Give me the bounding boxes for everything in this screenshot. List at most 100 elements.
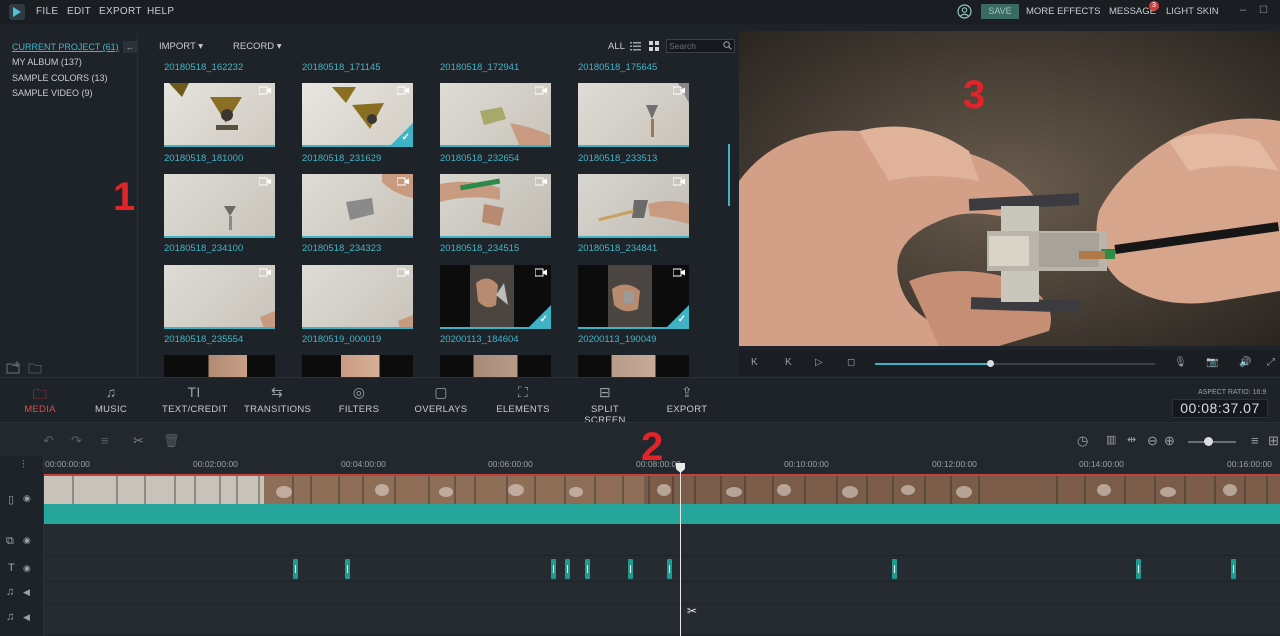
grid-view-icon[interactable] — [649, 41, 659, 51]
redo-icon[interactable]: ↷ — [71, 433, 82, 449]
video-clips-strip[interactable] — [44, 476, 1280, 504]
text-clip[interactable] — [1136, 559, 1141, 579]
media-thumb[interactable] — [578, 355, 689, 377]
snap-icon[interactable]: ⫶ — [22, 459, 25, 472]
video-clip-icon — [397, 268, 409, 277]
list-view-icon[interactable] — [630, 41, 641, 51]
search-icon[interactable] — [723, 41, 732, 50]
import-dropdown[interactable]: IMPORT ▾ — [159, 41, 203, 52]
menu-export[interactable]: EXPORT — [99, 6, 142, 17]
tab-split-screen[interactable]: ⊟ SPLIT SCREEN — [572, 384, 638, 426]
menu-edit[interactable]: EDIT — [67, 6, 91, 17]
media-thumb[interactable] — [302, 265, 413, 329]
text-clip[interactable] — [345, 559, 350, 579]
save-button[interactable]: SAVE — [981, 4, 1019, 19]
tab-overlays[interactable]: ▢ OVERLAYS — [414, 384, 468, 415]
zoom-slider-handle[interactable] — [1204, 437, 1213, 446]
sidebar-item-my-album[interactable]: MY ALBUM (137) — [12, 57, 82, 67]
media-thumb[interactable] — [302, 355, 413, 377]
media-thumb[interactable] — [440, 174, 551, 238]
media-thumb[interactable]: ✓ — [302, 83, 413, 147]
text-clip[interactable] — [667, 559, 672, 579]
sidebar-item-sample-video[interactable]: SAMPLE VIDEO (9) — [12, 88, 93, 98]
video-clip-icon — [397, 86, 409, 95]
tab-music[interactable]: ♫ MUSIC — [92, 384, 130, 415]
speaker-icon[interactable]: ◀ — [23, 612, 30, 623]
delete-icon[interactable]: 🗑 — [163, 433, 180, 449]
snapshot-icon[interactable]: 📷 — [1206, 357, 1218, 368]
settings-list-icon[interactable]: ≡ — [101, 433, 109, 448]
split-scissors-icon[interactable]: ✂ — [133, 433, 144, 449]
more-effects-link[interactable]: MORE EFFECTS — [1026, 6, 1100, 17]
pip-track[interactable] — [44, 524, 1280, 556]
media-thumb[interactable] — [164, 355, 275, 377]
media-thumb[interactable] — [440, 83, 551, 147]
text-clip[interactable] — [293, 559, 298, 579]
track-manager-icon[interactable]: ≡ — [1251, 433, 1259, 448]
preview-viewer[interactable] — [739, 31, 1280, 346]
menu-help[interactable]: HELP — [147, 6, 174, 17]
previous-frame-icon[interactable]: K — [751, 357, 758, 368]
account-icon[interactable] — [957, 4, 972, 19]
media-thumb[interactable] — [578, 83, 689, 147]
eye-icon[interactable]: ◉ — [23, 493, 31, 504]
scrubber-handle[interactable] — [987, 360, 994, 367]
step-back-icon[interactable]: K — [785, 357, 792, 368]
checkmark-icon: ✓ — [677, 314, 686, 325]
media-thumb[interactable]: ✓ — [440, 265, 551, 329]
zoom-in-icon[interactable]: ⊕ — [1164, 433, 1175, 449]
media-thumb[interactable] — [440, 355, 551, 377]
fullscreen-icon[interactable]: ⤢ — [1267, 357, 1275, 368]
record-dropdown[interactable]: RECORD ▾ — [233, 41, 282, 52]
add-folder-icon[interactable] — [6, 361, 22, 375]
sidebar-item-current-project[interactable]: CURRENT PROJECT (61) — [12, 42, 119, 52]
eye-icon[interactable]: ◉ — [23, 563, 31, 574]
menu-file[interactable]: FILE — [36, 6, 58, 17]
tab-transitions[interactable]: ⇆ TRANSITIONS — [244, 384, 311, 415]
text-clip[interactable] — [628, 559, 633, 579]
tab-export[interactable]: ⇪ EXPORT — [666, 384, 708, 415]
text-clip[interactable] — [551, 559, 556, 579]
fit-timeline-icon[interactable]: ⇹ — [1127, 433, 1136, 446]
text-clip[interactable] — [585, 559, 590, 579]
play-icon[interactable]: ▷ — [815, 357, 823, 368]
media-thumb[interactable] — [164, 83, 275, 147]
volume-icon[interactable]: 🔊 — [1239, 357, 1251, 368]
text-clip[interactable] — [565, 559, 570, 579]
sidebar-item-sample-colors[interactable]: SAMPLE COLORS (13) — [12, 73, 108, 83]
tab-media[interactable]: 🗀 MEDIA — [22, 384, 58, 415]
audio-track-2[interactable] — [44, 604, 1280, 636]
audio-track-1[interactable] — [44, 582, 1280, 604]
render-icon[interactable]: ◷ — [1077, 433, 1088, 449]
zoom-out-icon[interactable]: ⊖ — [1147, 433, 1158, 449]
checkmark-icon: ✓ — [539, 314, 548, 325]
tab-text-credit[interactable]: TI TEXT/CREDIT — [162, 384, 227, 415]
eye-icon[interactable]: ◉ — [23, 535, 31, 546]
text-clip[interactable] — [1231, 559, 1236, 579]
undo-icon[interactable]: ↶ — [43, 433, 54, 449]
microphone-icon[interactable]: 🎙 — [1174, 357, 1187, 368]
minimize-icon[interactable]: – — [1240, 4, 1246, 16]
text-clip[interactable] — [892, 559, 897, 579]
light-skin-link[interactable]: LIGHT SKIN — [1166, 6, 1219, 17]
playhead-line[interactable] — [680, 466, 681, 636]
media-thumb[interactable] — [164, 174, 275, 238]
stop-icon[interactable]: ◻ — [847, 357, 855, 368]
collapse-sidebar-icon[interactable]: ← — [123, 41, 137, 53]
media-thumb[interactable]: ✓ — [578, 265, 689, 329]
media-scrollbar[interactable] — [728, 144, 730, 206]
media-thumb[interactable] — [302, 174, 413, 238]
media-thumb[interactable] — [578, 174, 689, 238]
audio-mixer-icon[interactable]: ▥ — [1106, 433, 1116, 446]
grid-icon[interactable]: ⊞ — [1268, 433, 1279, 449]
media-thumb[interactable] — [164, 265, 275, 329]
tab-filters[interactable]: ◎ FILTERS — [338, 384, 380, 415]
remove-folder-icon[interactable] — [28, 361, 44, 375]
text-track[interactable] — [44, 556, 1280, 582]
speaker-icon[interactable]: ◀ — [23, 587, 30, 598]
media-label: 20180518_175645 — [578, 62, 658, 73]
filter-all[interactable]: ALL — [608, 41, 625, 52]
maximize-icon[interactable]: ☐ — [1259, 5, 1268, 16]
ruler-label: 00:02:00:00 — [193, 459, 238, 469]
tab-elements[interactable]: ⛶ ELEMENTS — [496, 384, 550, 415]
